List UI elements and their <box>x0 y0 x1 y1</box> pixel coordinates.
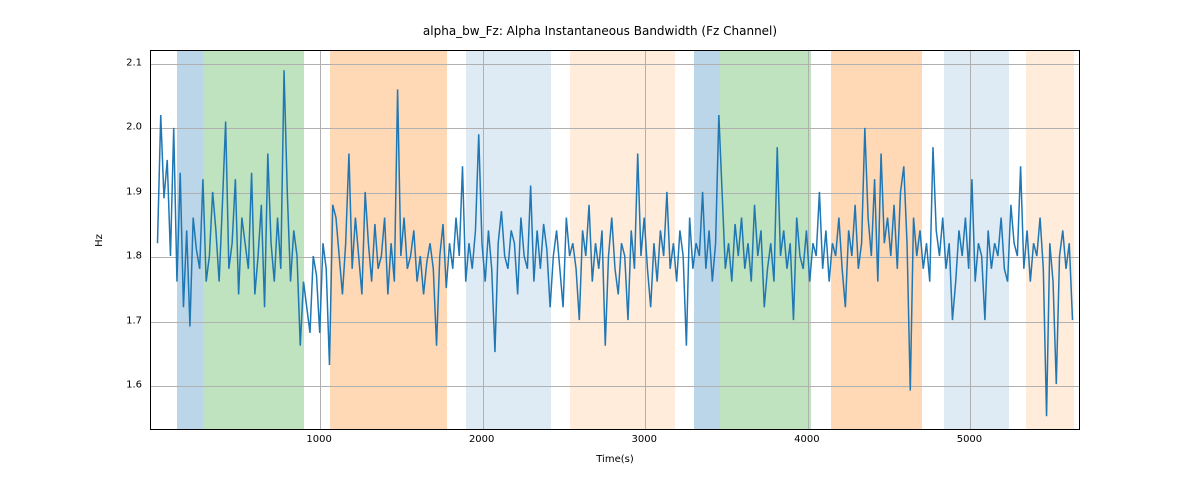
plot-area <box>150 50 1080 430</box>
x-tick-label: 4000 <box>794 434 819 445</box>
figure: alpha_bw_Fz: Alpha Instantaneous Bandwid… <box>0 0 1200 500</box>
y-tick-label: 1.6 <box>102 379 142 390</box>
y-axis-label: Hz <box>92 50 106 430</box>
y-tick-label: 2.0 <box>102 122 142 133</box>
x-tick-label: 5000 <box>957 434 982 445</box>
y-tick-label: 1.9 <box>102 186 142 197</box>
chart-title: alpha_bw_Fz: Alpha Instantaneous Bandwid… <box>0 24 1200 38</box>
line-series <box>151 51 1079 429</box>
y-tick-label: 1.8 <box>102 251 142 262</box>
x-tick-label: 3000 <box>632 434 657 445</box>
x-axis-label: Time(s) <box>150 454 1080 465</box>
series-line <box>157 70 1072 416</box>
x-tick-label: 2000 <box>469 434 494 445</box>
axes-container <box>150 50 1080 430</box>
x-tick-label: 1000 <box>306 434 331 445</box>
y-tick-label: 1.7 <box>102 315 142 326</box>
y-tick-label: 2.1 <box>102 57 142 68</box>
